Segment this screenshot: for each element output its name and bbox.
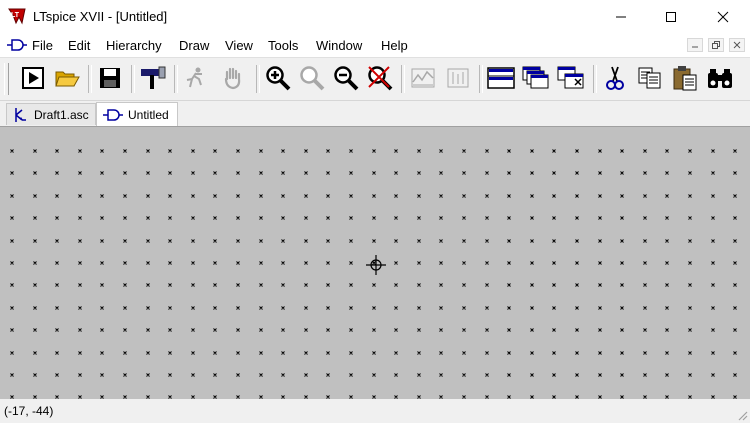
mdi-restore-button[interactable] bbox=[708, 38, 724, 52]
control-panel-hammer-icon[interactable] bbox=[138, 63, 168, 93]
menu-bar: File Edit Hierarchy Draw View Tools Wind… bbox=[0, 34, 750, 58]
menu-window[interactable]: Window bbox=[316, 38, 362, 53]
toolbar-separator bbox=[479, 65, 483, 93]
title-bar: LT LTspice XVII - [Untitled] bbox=[0, 0, 750, 34]
menu-help[interactable]: Help bbox=[381, 38, 408, 53]
tab-label: Untitled bbox=[128, 107, 169, 122]
tile-horizontal-icon[interactable] bbox=[486, 63, 516, 93]
tab-untitled[interactable]: Untitled bbox=[96, 102, 178, 126]
save-icon[interactable] bbox=[95, 63, 125, 93]
cursor-coordinates: (-17, -44) bbox=[4, 404, 54, 418]
zoom-area-icon[interactable] bbox=[297, 63, 327, 93]
mdi-close-button[interactable] bbox=[729, 38, 745, 52]
delete-trace-icon[interactable] bbox=[443, 63, 473, 93]
tab-draft1[interactable]: Draft1.asc bbox=[6, 103, 96, 125]
status-bar: (-17, -44) bbox=[0, 399, 750, 423]
cascade-icon[interactable] bbox=[521, 63, 551, 93]
menu-draw[interactable]: Draw bbox=[179, 38, 209, 53]
autoscale-icon[interactable] bbox=[408, 63, 438, 93]
ltspice-app-icon[interactable]: LT bbox=[8, 7, 26, 25]
tab-label: Draft1.asc bbox=[34, 107, 89, 122]
run-icon[interactable] bbox=[18, 63, 48, 93]
menu-view[interactable]: View bbox=[225, 38, 253, 53]
close-windows-icon[interactable] bbox=[556, 63, 586, 93]
zoom-out-icon[interactable] bbox=[331, 63, 361, 93]
ltspice-window: LT LTspice XVII - [Untitled] File Edit H… bbox=[0, 0, 750, 423]
close-button[interactable] bbox=[700, 0, 746, 34]
menu-tools[interactable]: Tools bbox=[268, 38, 298, 53]
toolbar-grip[interactable] bbox=[4, 63, 9, 95]
document-tab-strip: Draft1.asc Untitled bbox=[0, 101, 750, 126]
find-binoculars-icon[interactable] bbox=[705, 63, 735, 93]
minimize-button[interactable] bbox=[598, 0, 644, 34]
menu-hierarchy[interactable]: Hierarchy bbox=[106, 38, 162, 53]
toolbar-separator bbox=[401, 65, 405, 93]
copy-icon[interactable] bbox=[635, 63, 665, 93]
schematic-doc-icon bbox=[103, 108, 123, 121]
toolbar-separator bbox=[174, 65, 178, 93]
svg-text:LT: LT bbox=[11, 12, 20, 19]
toolbar-separator bbox=[131, 65, 135, 93]
waveform-doc-icon bbox=[15, 107, 26, 122]
toolbar-separator bbox=[88, 65, 92, 93]
toolbar-separator bbox=[256, 65, 260, 93]
toolbar bbox=[0, 58, 750, 101]
paste-icon[interactable] bbox=[670, 63, 700, 93]
mdi-minimize-button[interactable] bbox=[687, 38, 703, 52]
cut-icon[interactable] bbox=[600, 63, 630, 93]
window-title: LTspice XVII - [Untitled] bbox=[33, 9, 168, 24]
maximize-button[interactable] bbox=[648, 0, 694, 34]
resize-grip[interactable] bbox=[736, 409, 748, 421]
menu-edit[interactable]: Edit bbox=[68, 38, 90, 53]
schematic-doc-icon[interactable] bbox=[7, 38, 27, 55]
pan-hand-icon[interactable] bbox=[218, 63, 248, 93]
toolbar-separator bbox=[593, 65, 597, 93]
zoom-in-icon[interactable] bbox=[263, 63, 293, 93]
crosshair-cursor bbox=[366, 255, 386, 278]
schematic-canvas[interactable] bbox=[0, 126, 750, 400]
zoom-full-icon[interactable] bbox=[365, 63, 395, 93]
menu-file[interactable]: File bbox=[32, 38, 53, 53]
halt-running-icon[interactable] bbox=[180, 63, 210, 93]
open-folder-icon[interactable] bbox=[52, 63, 82, 93]
